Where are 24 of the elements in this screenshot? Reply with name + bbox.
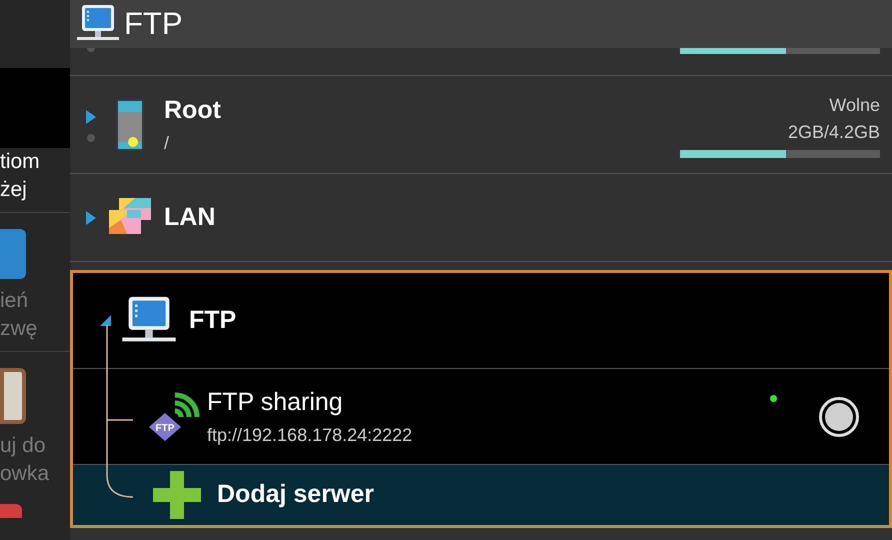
menu-label: zwę xyxy=(0,316,38,342)
folder-icon xyxy=(0,504,22,518)
pencil-icon xyxy=(0,229,26,279)
location-name[interactable]: LAN xyxy=(164,198,880,236)
free-label: Wolne xyxy=(829,94,880,116)
space-reading: 2GB/4.2GB xyxy=(788,120,880,144)
menu-label: owka xyxy=(0,461,50,487)
location-name[interactable]: Root xyxy=(164,92,680,130)
server-name: FTP sharing xyxy=(207,387,344,418)
menu-label: żej xyxy=(0,177,27,203)
group-title[interactable]: FTP xyxy=(177,302,236,340)
location-path: / xyxy=(164,132,170,155)
menu-label: ień xyxy=(0,288,28,314)
add-server-button[interactable]: Dodaj serwer xyxy=(73,465,889,525)
expand-arrow-icon[interactable] xyxy=(84,208,98,226)
clipboard-icon xyxy=(0,368,26,424)
radio-button[interactable] xyxy=(819,396,859,436)
phone-icon xyxy=(115,98,145,152)
menu-label: uj do xyxy=(0,433,46,459)
plus-icon xyxy=(153,471,201,519)
menu-label: tiom xyxy=(0,149,40,175)
window-title: FTP xyxy=(124,4,183,43)
expand-arrow-icon[interactable] xyxy=(84,108,98,126)
server-address: ftp://192.168.178.24:2222 xyxy=(207,424,414,447)
